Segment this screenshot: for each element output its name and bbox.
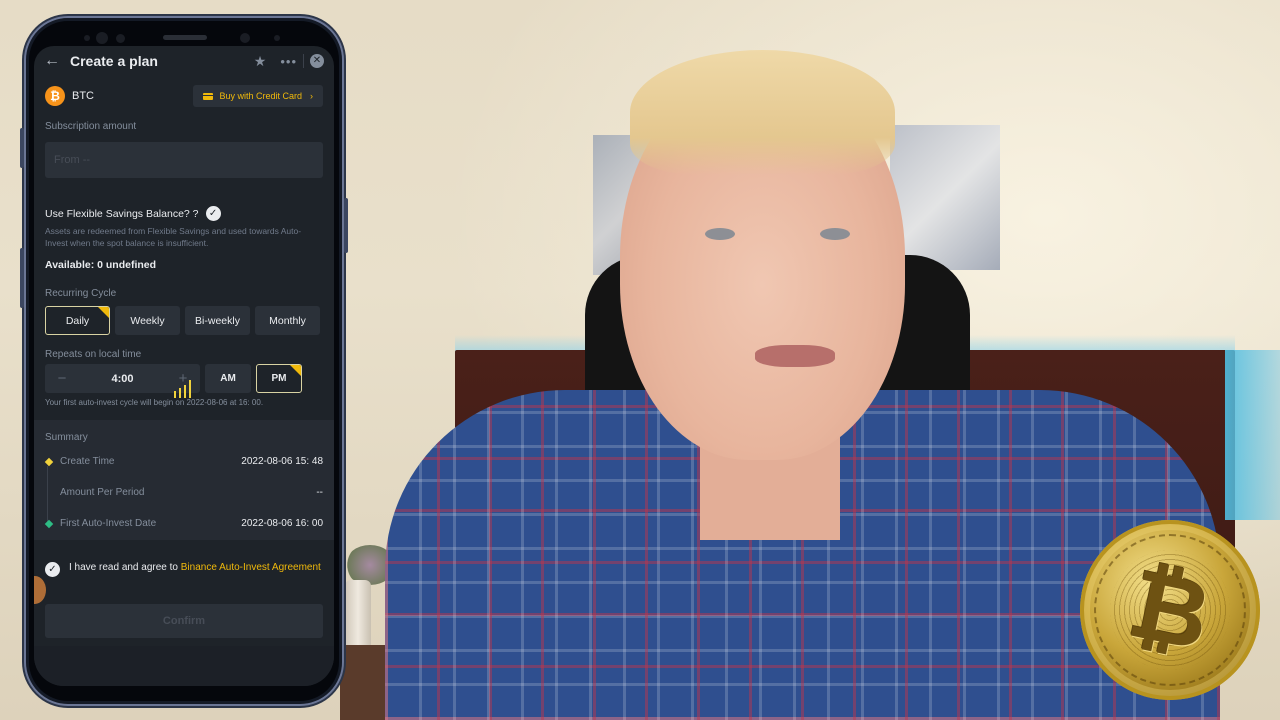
pm-label: PM bbox=[271, 373, 287, 384]
finger-touch-indicator bbox=[34, 576, 46, 604]
cycle-option-label: Monthly bbox=[269, 314, 306, 327]
bitcoin-icon: ₿ bbox=[45, 86, 65, 106]
agreement-prefix: I have read and agree to bbox=[69, 562, 181, 573]
summary-section: Summary Create Time 2022-08-06 15: 48 Am… bbox=[34, 420, 334, 540]
recurring-cycle-options: Daily Weekly Bi-weekly Monthly bbox=[45, 306, 320, 335]
cycle-option-monthly[interactable]: Monthly bbox=[255, 306, 320, 335]
buy-with-credit-card-button[interactable]: Buy with Credit Card › bbox=[193, 85, 323, 107]
cycle-option-label: Bi-weekly bbox=[195, 314, 240, 327]
sensor bbox=[116, 34, 125, 43]
app-screen: ← Create a plan ★ ••• ✕ ₿ BTC Buy with C… bbox=[34, 46, 334, 686]
front-camera bbox=[240, 33, 250, 43]
phone-side-button bbox=[20, 128, 24, 168]
nav-divider bbox=[303, 54, 304, 68]
tap-indicator-icon bbox=[174, 380, 191, 398]
timeline-dot-icon bbox=[44, 519, 54, 528]
summary-title: Summary bbox=[45, 432, 88, 443]
buy-with-credit-card-label: Buy with Credit Card bbox=[219, 91, 302, 101]
summary-key: First Auto-Invest Date bbox=[60, 518, 157, 529]
cycle-option-bi-weekly[interactable]: Bi-weekly bbox=[185, 306, 250, 335]
flexible-savings-description: Assets are redeemed from Flexible Saving… bbox=[45, 226, 302, 248]
asset-symbol[interactable]: BTC bbox=[72, 90, 193, 102]
presenter-mouth bbox=[755, 345, 835, 367]
summary-row-amount-per-period: Amount Per Period -- bbox=[45, 487, 323, 498]
cycle-option-weekly[interactable]: Weekly bbox=[115, 306, 180, 335]
led-glow bbox=[1225, 350, 1280, 520]
confirm-button[interactable]: Confirm bbox=[45, 604, 323, 638]
sensor bbox=[84, 35, 90, 41]
subscription-amount-input[interactable] bbox=[45, 142, 323, 178]
decrement-button[interactable]: − bbox=[55, 370, 69, 387]
summary-row-first-invest-date: First Auto-Invest Date 2022-08-06 16: 00 bbox=[44, 518, 323, 529]
asset-row: ₿ BTC Buy with Credit Card › bbox=[45, 84, 323, 108]
page-title: Create a plan bbox=[70, 53, 158, 69]
flexible-savings-row: Use Flexible Savings Balance? ? ✓ bbox=[45, 206, 221, 221]
cycle-option-label: Weekly bbox=[130, 314, 165, 327]
bitcoin-coin-overlay: ₿ bbox=[1080, 520, 1260, 700]
presenter-hair bbox=[630, 50, 895, 175]
credit-card-icon bbox=[203, 92, 214, 100]
summary-key: Create Time bbox=[60, 456, 115, 467]
flexible-savings-checkbox[interactable]: ✓ bbox=[205, 206, 221, 221]
agreement-row: ✓ I have read and agree to Binance Auto-… bbox=[45, 560, 323, 577]
repeat-time-label: Repeats on local time bbox=[45, 349, 142, 360]
first-cycle-note: Your first auto-invest cycle will begin … bbox=[45, 398, 264, 407]
presenter-eye bbox=[820, 228, 850, 240]
am-button[interactable]: AM bbox=[205, 364, 251, 393]
summary-value: 2022-08-06 16: 00 bbox=[241, 518, 323, 529]
sensor bbox=[96, 32, 108, 44]
sensor bbox=[274, 35, 280, 41]
back-arrow-icon[interactable]: ← bbox=[44, 53, 62, 69]
star-icon[interactable]: ★ bbox=[254, 53, 267, 70]
summary-row-create-time: Create Time 2022-08-06 15: 48 bbox=[44, 456, 323, 467]
nav-bar: ← Create a plan ★ ••• ✕ bbox=[34, 46, 334, 76]
earpiece-speaker bbox=[163, 35, 207, 40]
phone-side-button bbox=[344, 198, 348, 253]
agreement-text: I have read and agree to Binance Auto-In… bbox=[69, 560, 321, 576]
summary-key: Amount Per Period bbox=[60, 487, 145, 498]
cycle-option-label: Daily bbox=[65, 314, 90, 327]
subscription-amount-label: Subscription amount bbox=[45, 121, 137, 132]
recurring-cycle-label: Recurring Cycle bbox=[45, 288, 117, 299]
timeline-dot-icon bbox=[44, 457, 54, 466]
cycle-option-daily[interactable]: Daily bbox=[45, 306, 110, 335]
wall-painting bbox=[890, 125, 1000, 270]
flexible-savings-label: Use Flexible Savings Balance? ? bbox=[45, 207, 199, 220]
bitcoin-icon: ₿ bbox=[1120, 547, 1220, 673]
bottom-area bbox=[34, 646, 334, 686]
am-label: AM bbox=[220, 373, 236, 384]
selected-corner-icon bbox=[98, 307, 109, 318]
available-balance: Available: 0 undefined bbox=[45, 259, 157, 271]
chevron-right-icon: › bbox=[310, 91, 313, 101]
more-icon[interactable]: ••• bbox=[280, 54, 297, 69]
presenter-eye bbox=[705, 228, 735, 240]
phone-side-button bbox=[20, 248, 24, 308]
pm-button[interactable]: PM bbox=[256, 364, 302, 393]
close-icon[interactable]: ✕ bbox=[310, 54, 324, 68]
agreement-checkbox[interactable]: ✓ bbox=[45, 562, 60, 577]
time-value[interactable]: 4:00 bbox=[111, 373, 133, 385]
summary-value: 2022-08-06 15: 48 bbox=[241, 456, 323, 467]
phone-frame: ← Create a plan ★ ••• ✕ ₿ BTC Buy with C… bbox=[20, 16, 348, 706]
vase bbox=[345, 580, 371, 650]
agreement-link[interactable]: Binance Auto-Invest Agreement bbox=[181, 562, 321, 573]
selected-corner-icon bbox=[290, 365, 301, 376]
summary-value: -- bbox=[316, 487, 323, 498]
